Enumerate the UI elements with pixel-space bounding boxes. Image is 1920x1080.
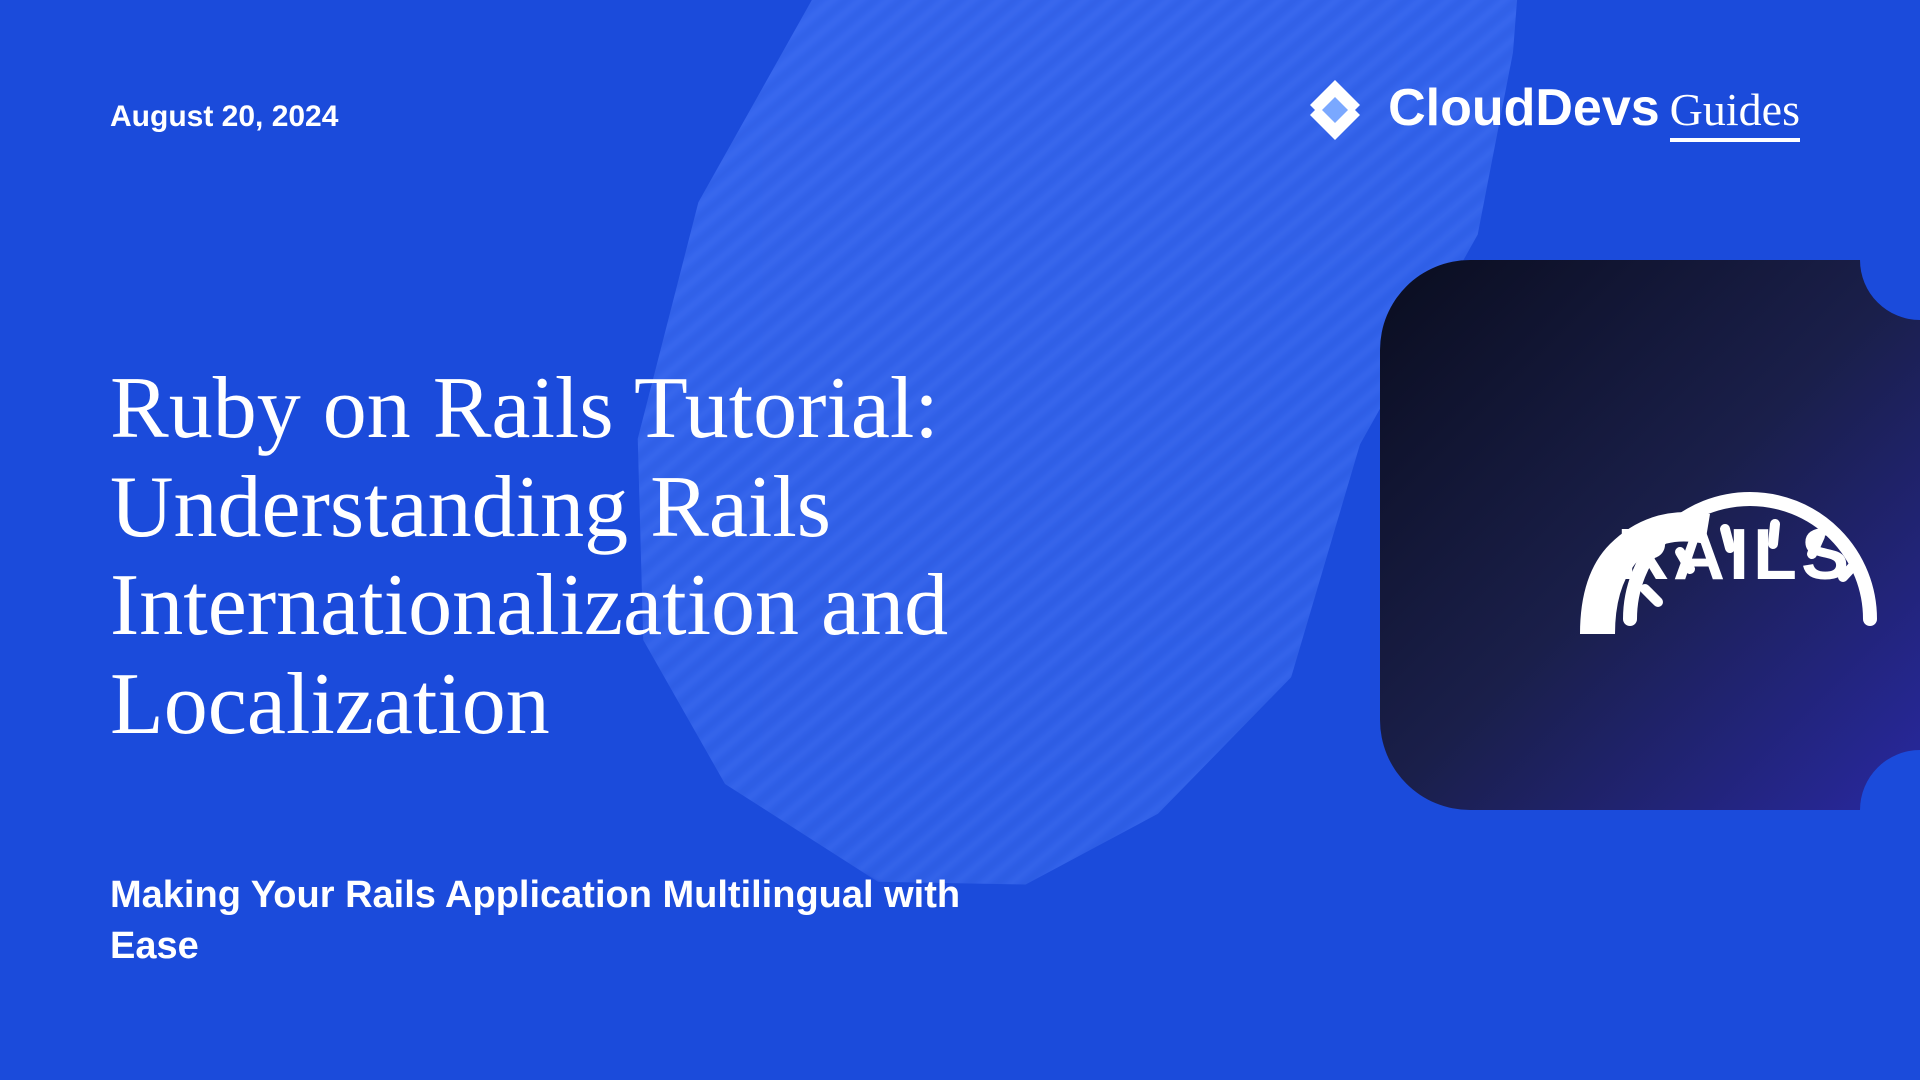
brand-text: CloudDevs Guides xyxy=(1388,78,1800,142)
brand-sub-label: Guides xyxy=(1670,83,1800,142)
page-title: Ruby on Rails Tutorial: Understanding Ra… xyxy=(110,360,1110,754)
brand-container: CloudDevs Guides xyxy=(1300,75,1800,145)
clouddevs-logo-icon xyxy=(1300,75,1370,145)
rails-logo-card: RAILS xyxy=(1380,260,1920,810)
rails-logo: RAILS xyxy=(1447,474,1853,596)
page-subtitle: Making Your Rails Application Multilingu… xyxy=(110,870,1010,973)
publication-date: August 20, 2024 xyxy=(110,100,338,134)
rails-arc-icon xyxy=(1550,474,1750,574)
brand-main-label: CloudDevs xyxy=(1388,78,1660,138)
